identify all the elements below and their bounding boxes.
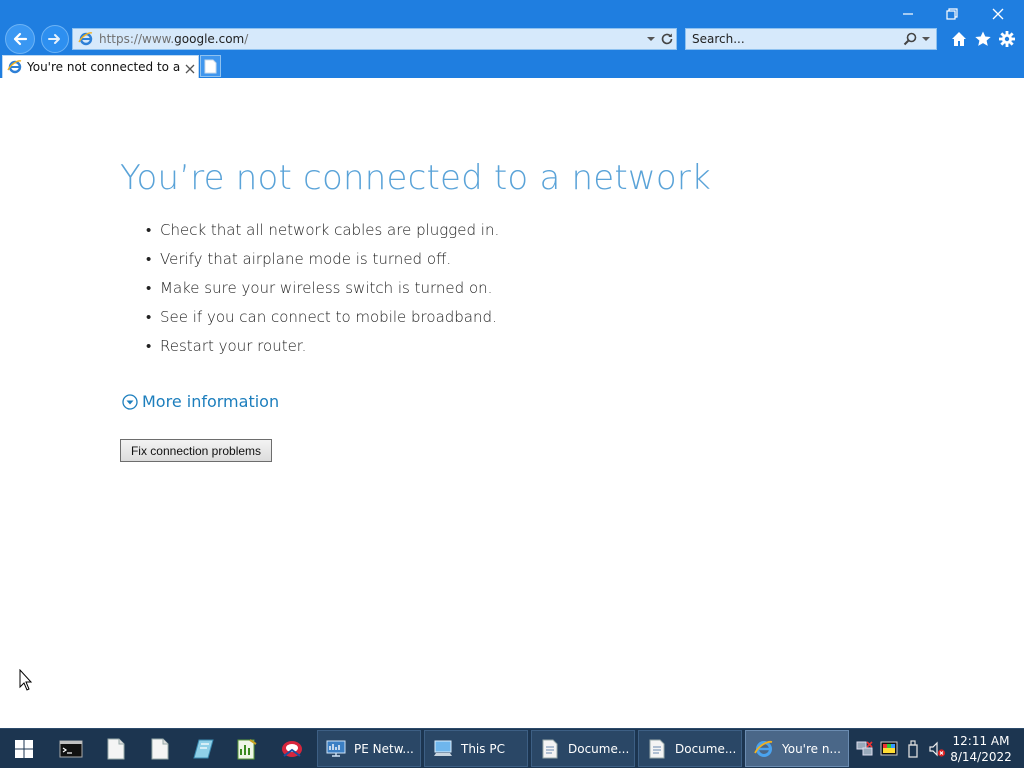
- network-tool-pin[interactable]: [272, 733, 312, 765]
- troubleshooting-tips: Check that all network cables are plugge…: [146, 221, 499, 366]
- restore-icon: [946, 8, 958, 20]
- address-bar[interactable]: https://www.google.com/: [72, 28, 677, 50]
- ie-page-icon: [76, 29, 96, 49]
- clock-time: 12:11 AM: [952, 734, 1010, 748]
- arrow-left-icon: [13, 32, 28, 46]
- command-prompt-icon: [59, 740, 83, 758]
- taskbar-button-internet-explorer[interactable]: You're n...: [745, 730, 849, 767]
- notepad-pin[interactable]: [96, 733, 136, 765]
- internet-explorer-icon: [754, 739, 774, 759]
- tip-item: Verify that airplane mode is turned off.: [146, 250, 499, 279]
- restore-button[interactable]: [932, 3, 972, 25]
- back-button[interactable]: [5, 24, 35, 54]
- tab-title: You're not connected to a n...: [27, 60, 183, 74]
- document-icon: [540, 739, 560, 759]
- command-prompt-pin[interactable]: [51, 733, 91, 765]
- tab-close-icon[interactable]: [184, 60, 196, 74]
- expand-chevron-icon: [122, 393, 138, 410]
- fix-connection-problems-button[interactable]: Fix connection problems: [120, 439, 272, 462]
- editor-pin[interactable]: [227, 733, 267, 765]
- url-path: /: [244, 32, 249, 46]
- color-display-tray-icon[interactable]: [880, 740, 898, 758]
- mouse-cursor-icon: [19, 669, 33, 691]
- disk-tool-icon: [193, 739, 214, 759]
- taskbar-button-document-1[interactable]: Docume...: [531, 730, 635, 767]
- url-domain: google.com: [174, 32, 245, 46]
- ie-tab-icon: [7, 60, 22, 74]
- this-pc-icon: [433, 739, 453, 759]
- more-information-link[interactable]: More information: [122, 392, 279, 411]
- tip-item: Make sure your wireless switch is turned…: [146, 279, 499, 308]
- more-information-label: More information: [142, 392, 280, 411]
- taskbar: PE Netw... This PC Docume... Docume... Y…: [0, 728, 1024, 768]
- page-title: You’re not connected to a network: [120, 158, 711, 198]
- taskbar-button-label: PE Netw...: [354, 741, 414, 756]
- minimize-icon: [903, 13, 913, 15]
- disk-tool-pin[interactable]: [184, 733, 224, 765]
- taskbar-button-label: Docume...: [675, 741, 737, 756]
- new-tab-button[interactable]: [200, 55, 221, 77]
- tab-current[interactable]: You're not connected to a n...: [2, 55, 199, 78]
- taskbar-button-pe-network[interactable]: PE Netw...: [317, 730, 421, 767]
- arrow-right-icon: [48, 34, 60, 44]
- url-scheme: https://www.: [99, 32, 175, 46]
- taskbar-button-label: This PC: [461, 741, 505, 756]
- taskbar-button-label: You're n...: [782, 741, 841, 756]
- close-button[interactable]: [978, 3, 1018, 25]
- address-url: https://www.google.com/: [99, 32, 248, 46]
- home-icon[interactable]: [949, 29, 969, 49]
- close-icon: [992, 8, 1004, 20]
- new-tab-icon: [204, 59, 217, 73]
- windows-logo-icon: [15, 740, 33, 758]
- document-icon: [647, 739, 667, 759]
- start-button[interactable]: [4, 733, 44, 765]
- volume-muted-tray-icon[interactable]: [928, 740, 946, 758]
- clock-date: 8/14/2022: [950, 750, 1012, 764]
- network-tray-icon[interactable]: [856, 740, 874, 758]
- browser-window: https://www.google.com/ Search... You're…: [0, 0, 1024, 768]
- system-clock[interactable]: 12:11 AM 8/14/2022: [948, 733, 1014, 765]
- search-icon[interactable]: [902, 31, 918, 47]
- tip-item: Check that all network cables are plugge…: [146, 221, 499, 250]
- usb-drive-tray-icon[interactable]: [904, 740, 922, 758]
- taskbar-button-document-2[interactable]: Docume...: [638, 730, 742, 767]
- page-content: You’re not connected to a network Check …: [0, 78, 1024, 728]
- minimize-button[interactable]: [888, 3, 928, 25]
- forward-button[interactable]: [41, 25, 69, 53]
- taskbar-button-this-pc[interactable]: This PC: [424, 730, 528, 767]
- search-dropdown-icon[interactable]: [920, 31, 932, 47]
- tip-item: See if you can connect to mobile broadba…: [146, 308, 499, 337]
- taskbar-button-label: Docume...: [568, 741, 630, 756]
- search-box[interactable]: Search...: [685, 28, 937, 50]
- tip-item: Restart your router.: [146, 337, 499, 366]
- document-icon: [107, 738, 125, 760]
- browser-toolbar: https://www.google.com/ Search... You're…: [0, 0, 1024, 78]
- settings-gear-icon[interactable]: [997, 29, 1017, 49]
- document-pin[interactable]: [140, 733, 180, 765]
- network-monitor-icon: [326, 739, 346, 759]
- network-tool-icon: [282, 741, 302, 757]
- address-dropdown-icon[interactable]: [643, 31, 659, 47]
- search-input[interactable]: Search...: [692, 32, 745, 46]
- document-icon: [151, 738, 169, 760]
- favorites-star-icon[interactable]: [973, 29, 993, 49]
- chart-editor-icon: [237, 739, 257, 760]
- refresh-icon[interactable]: [659, 31, 675, 47]
